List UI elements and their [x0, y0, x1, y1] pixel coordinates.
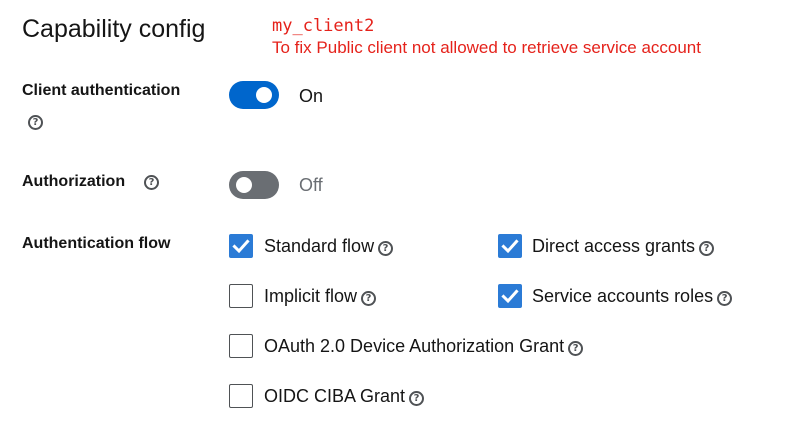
authentication-flow-label: Authentication flow: [22, 235, 171, 252]
direct-access-grants-checkbox[interactable]: [498, 234, 522, 258]
implicit-flow-checkbox[interactable]: [229, 284, 253, 308]
standard-flow-option[interactable]: Standard flow ?: [264, 235, 394, 257]
client-authentication-help-icon[interactable]: ?: [28, 115, 43, 130]
oauth-device-grant-checkbox[interactable]: [229, 334, 253, 358]
oauth-device-grant-help-icon[interactable]: ?: [568, 340, 584, 356]
section-title: Capability config: [22, 15, 206, 43]
oidc-ciba-grant-label: OIDC CIBA Grant: [264, 386, 406, 406]
implicit-flow-label: Implicit flow: [264, 286, 358, 306]
oidc-ciba-grant-checkbox[interactable]: [229, 384, 253, 408]
authorization-label: Authorization: [22, 173, 126, 190]
client-authentication-label: Client authentication: [22, 82, 181, 99]
annotation-client-id: my_client2: [272, 16, 375, 36]
annotation-note: To fix Public client not allowed to retr…: [272, 38, 701, 57]
checkmark-icon: [232, 239, 250, 254]
standard-flow-checkbox[interactable]: [229, 234, 253, 258]
oauth-device-grant-option[interactable]: OAuth 2.0 Device Authorization Grant ?: [264, 335, 584, 357]
implicit-flow-help-icon[interactable]: ?: [361, 290, 377, 306]
authorization-help-icon[interactable]: ?: [144, 175, 159, 190]
oidc-ciba-grant-option[interactable]: OIDC CIBA Grant ?: [264, 385, 425, 407]
oidc-ciba-grant-help-icon[interactable]: ?: [409, 390, 425, 406]
client-authentication-toggle[interactable]: [229, 81, 279, 109]
authorization-toggle[interactable]: [229, 171, 279, 199]
direct-access-grants-help-icon[interactable]: ?: [699, 240, 715, 256]
client-authentication-state: On: [299, 86, 324, 106]
direct-access-grants-option[interactable]: Direct access grants ?: [532, 235, 715, 257]
toggle-knob: [236, 177, 252, 193]
authorization-state: Off: [299, 175, 323, 195]
oauth-device-grant-label: OAuth 2.0 Device Authorization Grant: [264, 336, 565, 356]
checkmark-icon: [501, 289, 519, 304]
toggle-knob: [256, 87, 272, 103]
service-accounts-roles-checkbox[interactable]: [498, 284, 522, 308]
standard-flow-help-icon[interactable]: ?: [378, 240, 394, 256]
standard-flow-label: Standard flow: [264, 236, 375, 256]
checkmark-icon: [501, 239, 519, 254]
service-accounts-roles-option[interactable]: Service accounts roles ?: [532, 285, 733, 307]
direct-access-grants-label: Direct access grants: [532, 236, 696, 256]
service-accounts-roles-label: Service accounts roles: [532, 286, 714, 306]
implicit-flow-option[interactable]: Implicit flow ?: [264, 285, 377, 307]
service-accounts-roles-help-icon[interactable]: ?: [717, 290, 733, 306]
